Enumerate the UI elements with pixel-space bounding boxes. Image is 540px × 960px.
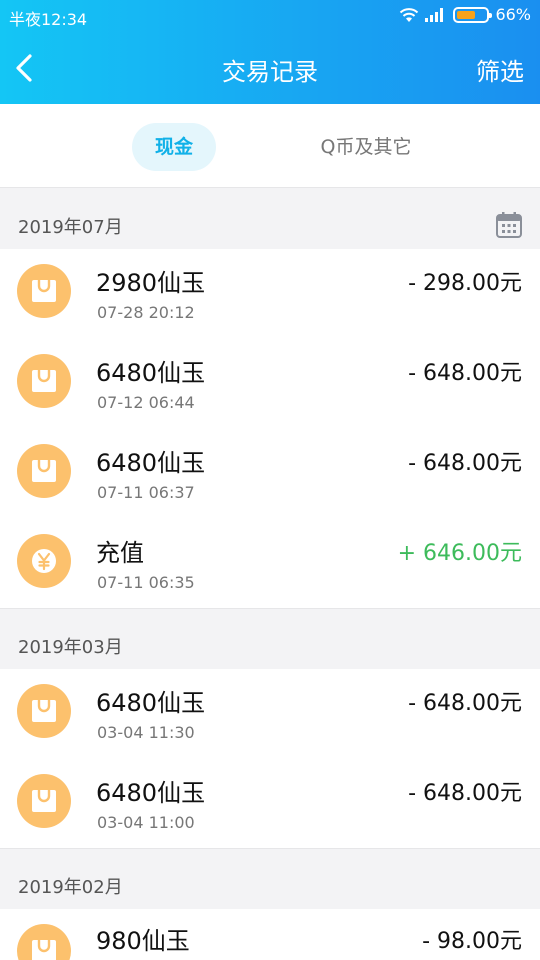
filter-button[interactable]: 筛选 — [476, 52, 524, 87]
transaction-list: 980仙玉 - 98.00元 — [0, 909, 540, 960]
transaction-amount: - 648.00元 — [408, 361, 522, 386]
transaction-title: 2980仙玉 — [96, 269, 206, 297]
transaction-amount: - 648.00元 — [408, 451, 522, 476]
section-title: 2019年07月 — [18, 217, 123, 238]
section-title: 2019年02月 — [18, 877, 123, 898]
transaction-list: 6480仙玉 03-04 11:30 - 648.00元 6480仙玉 03-0… — [0, 669, 540, 849]
wifi-icon — [400, 7, 419, 22]
transaction-row[interactable]: 6480仙玉 03-04 11:30 - 648.00元 — [0, 669, 540, 759]
transaction-amount: - 98.00元 — [422, 929, 522, 954]
transaction-amount: - 298.00元 — [408, 271, 522, 296]
bag-icon — [17, 684, 71, 738]
transaction-title: 6480仙玉 — [96, 359, 206, 387]
status-bar: 半夜12:34 66% — [0, 0, 540, 32]
tab-cash[interactable]: 现金 — [132, 123, 216, 171]
transaction-title: 充值 — [96, 539, 144, 567]
transaction-row[interactable]: 充值 07-11 06:35 + 646.00元 — [0, 519, 540, 609]
transaction-date: 07-28 20:12 — [97, 303, 195, 322]
page-title: 交易记录 — [222, 58, 318, 86]
battery-percent: 66% — [495, 5, 531, 24]
transaction-amount: - 648.00元 — [408, 691, 522, 716]
bag-icon — [17, 924, 71, 960]
transaction-list: 2980仙玉 07-28 20:12 - 298.00元 6480仙玉 07-1… — [0, 249, 540, 609]
transaction-date: 07-11 06:37 — [97, 483, 195, 502]
nav-bar: 交易记录 筛选 — [0, 32, 540, 104]
status-time: 半夜12:34 — [9, 10, 88, 29]
battery-icon — [453, 6, 493, 23]
transaction-row[interactable]: 2980仙玉 07-28 20:12 - 298.00元 — [0, 249, 540, 339]
bag-icon — [17, 264, 71, 318]
transaction-row[interactable]: 6480仙玉 07-11 06:37 - 648.00元 — [0, 429, 540, 519]
tab-bar: 现金 Q币及其它 — [0, 104, 540, 188]
transaction-row[interactable]: 980仙玉 - 98.00元 — [0, 909, 540, 960]
transaction-row[interactable]: 6480仙玉 03-04 11:00 - 648.00元 — [0, 759, 540, 849]
bag-icon — [17, 444, 71, 498]
header: 半夜12:34 66% 交易记录 筛选 — [0, 0, 540, 104]
bag-icon — [17, 354, 71, 408]
tab-qcoin-other[interactable]: Q币及其它 — [305, 123, 427, 171]
transaction-date: 03-04 11:30 — [97, 723, 195, 742]
transaction-date: 07-12 06:44 — [97, 393, 195, 412]
bag-icon — [17, 774, 71, 828]
status-indicators: 66% — [399, 5, 531, 24]
transaction-title: 6480仙玉 — [96, 689, 206, 717]
transaction-title: 6480仙玉 — [96, 779, 206, 807]
transaction-date: 07-11 06:35 — [97, 573, 195, 592]
transaction-title: 6480仙玉 — [96, 449, 206, 477]
transaction-row[interactable]: 6480仙玉 07-12 06:44 - 648.00元 — [0, 339, 540, 429]
section-title: 2019年03月 — [18, 637, 123, 658]
section-header: 2019年07月 — [0, 189, 540, 249]
transaction-date: 03-04 11:00 — [97, 813, 195, 832]
section-header: 2019年02月 — [0, 849, 540, 909]
transaction-amount: + 646.00元 — [397, 541, 522, 566]
transaction-title: 980仙玉 — [96, 927, 190, 955]
section-header: 2019年03月 — [0, 609, 540, 669]
transaction-amount: - 648.00元 — [408, 781, 522, 806]
signal-icon — [425, 7, 447, 22]
calendar-icon[interactable] — [495, 211, 523, 239]
yuan-coin-icon — [17, 534, 71, 588]
